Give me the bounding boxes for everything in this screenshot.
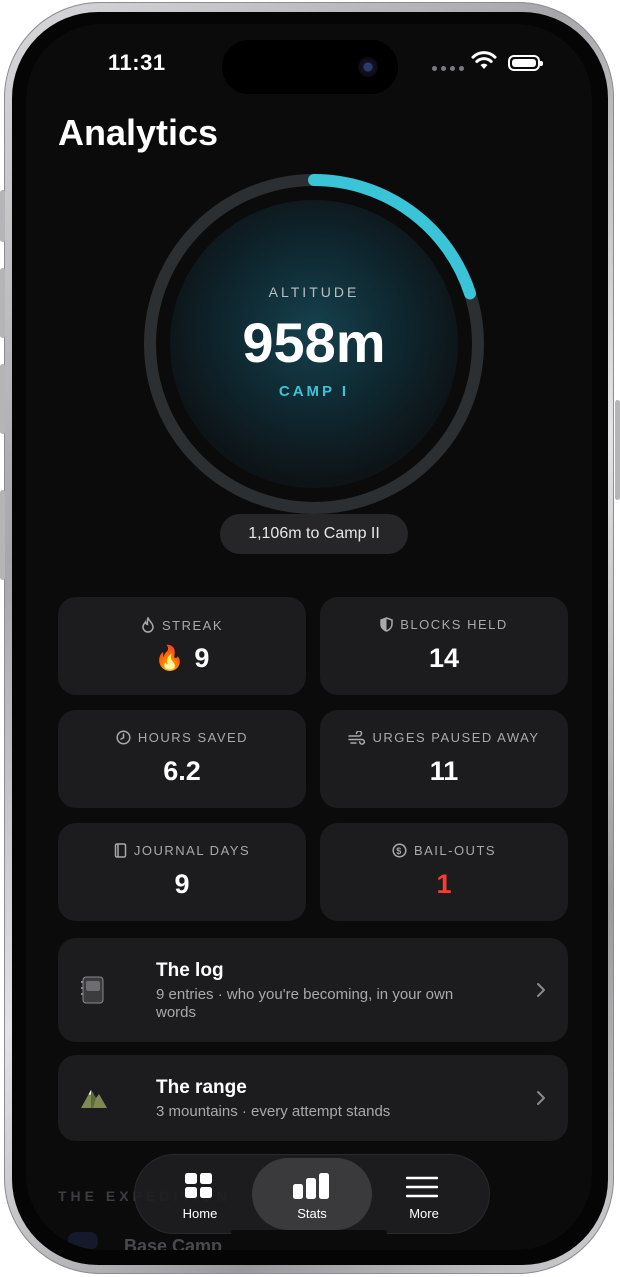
chevron-right-icon (537, 983, 545, 997)
stat-value: 9 (174, 869, 190, 899)
stat-value: 1 (436, 869, 452, 899)
mountain-icon (81, 1090, 107, 1108)
page-title: Analytics (58, 112, 219, 153)
screen: 11:31 Analytics ALTITUDE 958m CAMP I 1,1… (26, 24, 592, 1250)
menu-icon (406, 1176, 438, 1198)
cellular-signal-icon (432, 66, 464, 71)
battery-icon (508, 55, 543, 71)
altitude-value: 958m (242, 311, 386, 374)
tab-more[interactable]: More (364, 1158, 484, 1230)
volume-rocker (0, 490, 5, 580)
tab-bar: Home Stats More (134, 1154, 490, 1234)
dollar-circle-icon: $ (392, 843, 407, 858)
book-icon (114, 843, 127, 858)
stat-label: JOURNAL DAYS (133, 843, 251, 858)
tab-label: Home (182, 1206, 218, 1221)
fire-emoji-icon: 🔥 (154, 645, 185, 672)
altitude-gauge: ALTITUDE 958m CAMP I (140, 170, 488, 518)
row-subtitle: 9 entries · who you're becoming, in your… (156, 986, 454, 1021)
stat-card-blocks-held[interactable]: BLOCKS HELD 14 (320, 597, 568, 695)
wifi-icon (471, 51, 497, 69)
status-time: 11:31 (108, 50, 166, 75)
next-camp-pill: 1,106m to Camp II (220, 514, 408, 554)
row-subtitle: 3 mountains · every attempt stands (156, 1103, 391, 1120)
row-title: The range (156, 1077, 247, 1098)
flame-icon (142, 617, 154, 633)
shield-icon (380, 617, 393, 632)
tab-home[interactable]: Home (140, 1158, 260, 1230)
row-title: The log (156, 960, 224, 981)
dynamic-island (222, 40, 398, 94)
chevron-right-icon (537, 1091, 545, 1105)
stat-card-streak[interactable]: STREAK 🔥 9 (58, 597, 306, 695)
stat-value: 11 (429, 756, 459, 786)
row-the-log[interactable]: The log 9 entries · who you're becoming,… (58, 938, 568, 1042)
stat-value: 9 (194, 643, 210, 673)
tab-stats[interactable]: Stats (252, 1158, 372, 1230)
stat-label: BLOCKS HELD (400, 617, 508, 632)
base-camp-icon (68, 1232, 98, 1250)
current-camp: CAMP I (278, 383, 350, 400)
tab-label: More (409, 1206, 439, 1221)
row-the-range[interactable]: The range 3 mountains · every attempt st… (58, 1055, 568, 1141)
stat-label: STREAK (161, 617, 223, 633)
stat-value: 6.2 (163, 756, 201, 786)
notebook-icon (81, 976, 104, 1004)
row-base-camp[interactable]: Base Camp (124, 1236, 222, 1250)
volume-down-button (0, 364, 5, 434)
clock-icon (116, 730, 131, 745)
stat-label: BAIL-OUTS (413, 843, 497, 858)
svg-text:$: $ (396, 846, 403, 856)
wind-icon (348, 730, 366, 745)
home-indicator[interactable] (231, 1230, 387, 1235)
stat-card-hours-saved[interactable]: HOURS SAVED 6.2 (58, 710, 306, 808)
bar-chart-icon (293, 1173, 329, 1199)
action-button (0, 190, 5, 242)
camera-icon (358, 57, 378, 77)
stat-card-urges-paused-away[interactable]: URGES PAUSED AWAY 11 (320, 710, 568, 808)
stat-value: 14 (428, 643, 460, 673)
stat-card-journal-days[interactable]: JOURNAL DAYS 9 (58, 823, 306, 921)
power-button (615, 400, 620, 500)
volume-up-button (0, 268, 5, 338)
grid-icon (185, 1173, 212, 1198)
stat-label: HOURS SAVED (137, 730, 249, 745)
altitude-label: ALTITUDE (268, 284, 360, 300)
tab-label: Stats (297, 1206, 327, 1221)
stat-label: URGES PAUSED AWAY (372, 730, 540, 745)
stat-card-bail-outs[interactable]: $ BAIL-OUTS 1 (320, 823, 568, 921)
